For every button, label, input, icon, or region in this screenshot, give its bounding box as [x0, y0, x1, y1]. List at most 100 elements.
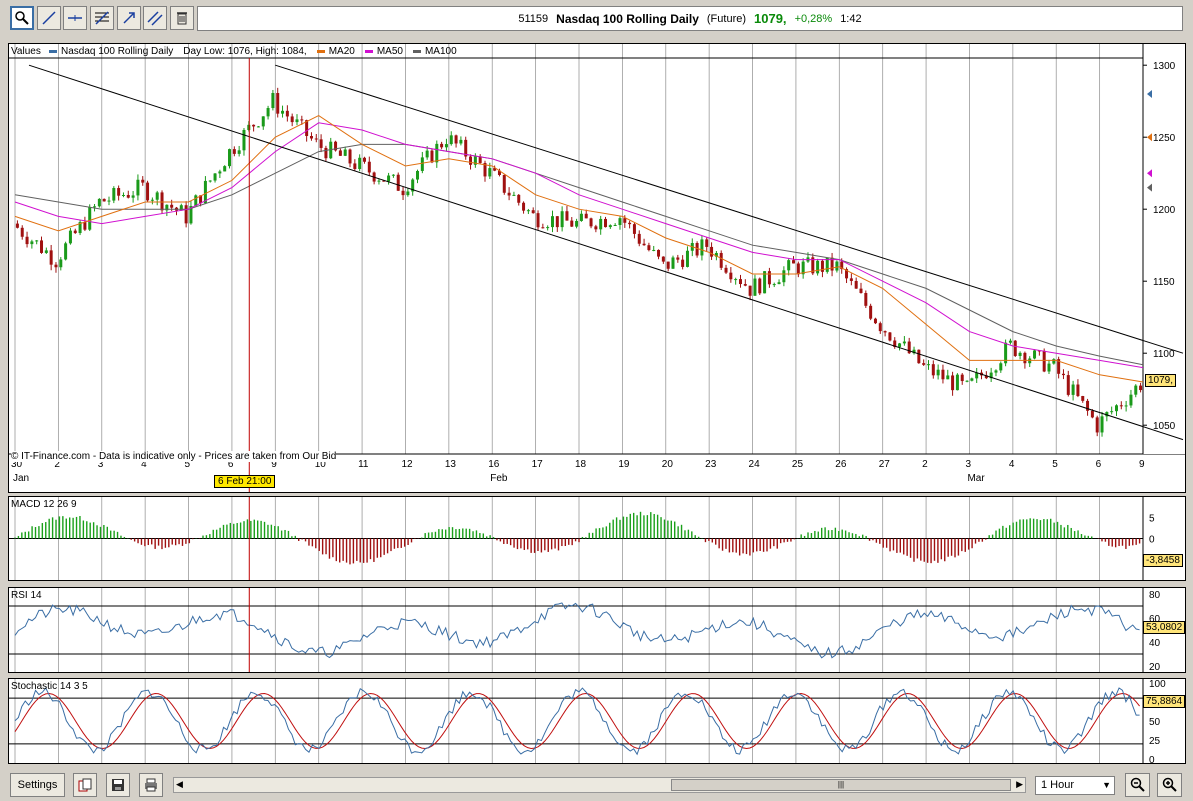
interval-select[interactable]: 1 Hour ▼: [1035, 776, 1115, 795]
candle-body: [584, 213, 588, 219]
candle-body: [454, 135, 458, 144]
candle-body: [208, 180, 212, 182]
macd-chart[interactable]: 50-5: [9, 497, 1185, 580]
candle-body: [758, 278, 762, 294]
candle-body: [1008, 340, 1012, 343]
candle-body: [685, 250, 689, 267]
price-chart[interactable]: 10501100115012001250130030 2 3 4 5 6 9 10 11 12 13…: [9, 44, 1185, 492]
candle-body: [170, 204, 174, 208]
candle-body: [131, 195, 135, 198]
candle-body: [1033, 350, 1037, 359]
x-tick-label: 2: [922, 459, 928, 470]
zoom-in-icon[interactable]: [1157, 773, 1182, 797]
bottom-toolbar: Settings ◀ ||| ▶ 1 Hour ▼: [0, 770, 1193, 801]
x-month-label: Jan: [13, 473, 29, 484]
legend-values-label: Values: [11, 46, 41, 57]
candle-body: [146, 182, 150, 201]
candle-body: [271, 93, 275, 109]
candle-body: [642, 243, 646, 246]
candle-body: [309, 136, 313, 139]
candle-body: [951, 375, 955, 391]
candle-body: [281, 110, 285, 114]
trendline-upper: [275, 64, 1184, 354]
candle-body: [319, 139, 323, 148]
arrow-tool-icon[interactable]: [117, 6, 141, 30]
x-tick-label: 17: [532, 459, 544, 470]
candle-body: [623, 218, 627, 223]
candle-body: [160, 192, 164, 211]
zoom-out-icon[interactable]: [1125, 773, 1150, 797]
save-icon[interactable]: [106, 773, 130, 797]
stochastic-chart[interactable]: 1007550250: [9, 679, 1185, 763]
candle-body: [97, 198, 101, 207]
candle-body: [787, 260, 791, 271]
zoom-tool-icon[interactable]: [10, 6, 34, 30]
scrollbar-thumb[interactable]: |||: [671, 779, 1011, 791]
candle-body: [589, 218, 593, 227]
candle-body: [459, 139, 463, 144]
candle-body: [1100, 416, 1104, 433]
delete-tool-icon[interactable]: [170, 6, 194, 30]
print-icon[interactable]: [139, 773, 163, 797]
line-tool-icon[interactable]: [37, 6, 61, 30]
x-tick-label: 26: [835, 459, 847, 470]
candle-body: [772, 284, 776, 286]
candle-body: [917, 349, 921, 364]
candle-body: [816, 260, 820, 274]
candle-body: [1095, 417, 1099, 433]
candle-body: [252, 124, 256, 127]
candle-body: [632, 224, 636, 234]
candle-body: [266, 108, 270, 117]
candle-body: [112, 188, 116, 201]
candle-body: [117, 188, 121, 196]
candle-body: [604, 218, 608, 228]
rsi-chart[interactable]: 80604020: [9, 588, 1185, 672]
candle-body: [594, 226, 598, 230]
scroll-right-icon[interactable]: ▶: [1016, 779, 1023, 790]
settings-button[interactable]: Settings: [10, 773, 65, 797]
candle-body: [599, 218, 603, 230]
rsi-line: [14, 602, 1140, 659]
rsi-panel: 80 60 40 20 RSI 14 53,0802: [8, 587, 1186, 673]
stochastic-label: Stochastic 14 3 5: [11, 681, 88, 692]
candle-body: [676, 257, 680, 260]
candle-body: [295, 119, 299, 123]
candle-body: [228, 149, 232, 167]
y-tick-label: 1100: [1153, 349, 1175, 360]
candle-body: [83, 222, 87, 230]
candle-body: [73, 230, 77, 234]
candle-body: [1047, 363, 1051, 372]
candle-body: [502, 174, 506, 193]
candle-body: [377, 180, 381, 182]
candle-body: [777, 282, 781, 285]
candle-body: [1134, 385, 1138, 395]
horizontal-scrollbar[interactable]: ◀ ||| ▶: [173, 777, 1026, 793]
y-tick-label: 1200: [1153, 205, 1176, 216]
candle-body: [666, 261, 670, 269]
legend: Nasdaq 100 Rolling Daily Day Low: 1076, …: [49, 46, 457, 57]
copy-icon[interactable]: [73, 773, 97, 797]
candle-body: [541, 227, 545, 229]
candle-body: [888, 332, 892, 341]
candle-body: [898, 343, 902, 347]
candle-body: [724, 267, 728, 273]
candle-body: [40, 240, 44, 253]
x-tick-label: 27: [879, 459, 891, 470]
last-update-time: 1:42: [840, 12, 862, 25]
horizontal-line-tool-icon[interactable]: [63, 6, 87, 30]
fibonacci-tool-icon[interactable]: [90, 6, 114, 30]
candle-body: [565, 211, 569, 221]
stochastic-tick-label: 50: [1149, 717, 1161, 728]
candle-body: [348, 149, 352, 164]
candle-body: [353, 163, 357, 169]
candle-body: [902, 341, 906, 344]
candle-body: [859, 288, 863, 294]
candle-body: [1081, 396, 1085, 401]
candle-body: [64, 243, 68, 260]
candle-body: [1042, 350, 1046, 372]
candle-body: [748, 285, 752, 296]
candle-body: [338, 150, 342, 156]
scroll-left-icon[interactable]: ◀: [176, 779, 183, 790]
parallel-channel-tool-icon[interactable]: [143, 6, 167, 30]
y-tick-label: 1250: [1153, 133, 1176, 144]
